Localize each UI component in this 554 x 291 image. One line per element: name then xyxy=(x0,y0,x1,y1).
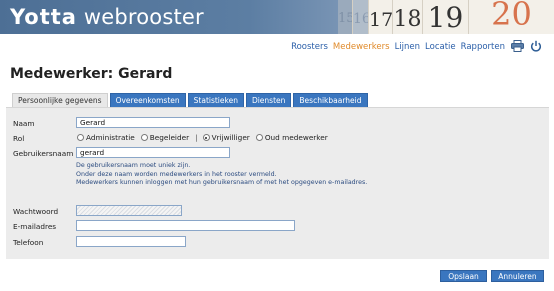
calendar-day-17: 17 xyxy=(368,0,393,34)
rol-option-label: Begeleider xyxy=(149,133,190,142)
nav-roosters[interactable]: Roosters xyxy=(291,42,328,52)
gebruikersnaam-field[interactable]: gerard xyxy=(76,147,230,158)
radio-button-icon[interactable] xyxy=(140,134,148,141)
app-logo[interactable]: Yotta webrooster xyxy=(10,5,204,29)
telefoon-field[interactable] xyxy=(76,236,186,247)
nav-locatie[interactable]: Locatie xyxy=(425,42,456,52)
cancel-button[interactable]: Annuleren xyxy=(491,270,544,282)
nav-rapporten[interactable]: Rapporten xyxy=(461,42,505,52)
calendar-day-16: 16 xyxy=(352,0,371,34)
rol-label: Rol xyxy=(13,134,25,143)
radio-button-icon[interactable] xyxy=(255,134,263,141)
header-banner: Yotta webrooster 15 16 17 18 19 20 xyxy=(0,0,554,34)
email-field[interactable] xyxy=(76,220,295,231)
calendar-day-18: 18 xyxy=(392,0,422,34)
rol-option-label: Oud medewerker xyxy=(264,133,328,142)
calendar-day-15: 15 xyxy=(338,0,355,34)
tab-beschikbaarheid[interactable]: Beschikbaarheid xyxy=(293,93,368,107)
rol-separator: | xyxy=(195,133,198,142)
calendar-day-19: 19 xyxy=(422,0,468,34)
emailadres-label: E-mailadres xyxy=(13,222,57,231)
printer-icon[interactable] xyxy=(511,39,524,55)
nav-lijnen[interactable]: Lijnen xyxy=(395,42,420,52)
tab-overeenkomsten[interactable]: Overeenkomsten xyxy=(109,93,186,107)
rol-option-administratie[interactable]: Administratie xyxy=(77,133,135,142)
tab-diensten[interactable]: Diensten xyxy=(245,93,292,107)
radio-button-icon[interactable] xyxy=(77,134,84,141)
gebruikersnaam-help-text: De gebruikersnaam moet uniek zijn. Onder… xyxy=(76,162,367,188)
rol-radio-group: Administratie Begeleider | Vrijwilliger … xyxy=(77,133,334,142)
logo-light-text: webrooster xyxy=(83,5,204,29)
calendar-day-20: 20 xyxy=(468,0,554,34)
tab-persoonlijke-gegevens[interactable]: Persoonlijke gegevens xyxy=(12,93,108,107)
rol-option-vrijwilliger[interactable]: Vrijwilliger xyxy=(202,133,250,142)
top-navigation: Roosters Medewerkers Lijnen Locatie Rapp… xyxy=(286,39,542,55)
nav-medewerkers[interactable]: Medewerkers xyxy=(333,42,390,52)
naam-field[interactable]: Gerard xyxy=(76,117,230,128)
rol-option-label: Vrijwilliger xyxy=(211,133,250,142)
power-icon[interactable] xyxy=(530,40,542,55)
save-button[interactable]: Opslaan xyxy=(440,270,487,282)
naam-label: Naam xyxy=(13,119,35,128)
telefoon-label: Telefoon xyxy=(13,238,44,247)
radio-button-selected-icon[interactable] xyxy=(202,134,210,141)
help-line: De gebruikersnaam moet uniek zijn. xyxy=(76,162,191,169)
rol-option-label: Administratie xyxy=(86,133,135,142)
wachtwoord-field[interactable] xyxy=(76,205,182,216)
rol-option-begeleider[interactable]: Begeleider xyxy=(140,133,190,142)
page-title: Medewerker: Gerard xyxy=(10,66,173,82)
rol-option-oud-medewerker[interactable]: Oud medewerker xyxy=(255,133,328,142)
tab-statistieken[interactable]: Statistieken xyxy=(187,93,244,107)
logo-bold-text: Yotta xyxy=(10,5,77,29)
help-line: Medewerkers kunnen inloggen met hun gebr… xyxy=(76,179,368,187)
help-line: Onder deze naam worden medewerkers in he… xyxy=(76,170,277,178)
gebruikersnaam-label: Gebruikersnaam xyxy=(13,149,74,158)
tab-bar: Persoonlijke gegevens Overeenkomsten Sta… xyxy=(12,93,370,107)
wachtwoord-label: Wachtwoord xyxy=(13,207,59,216)
